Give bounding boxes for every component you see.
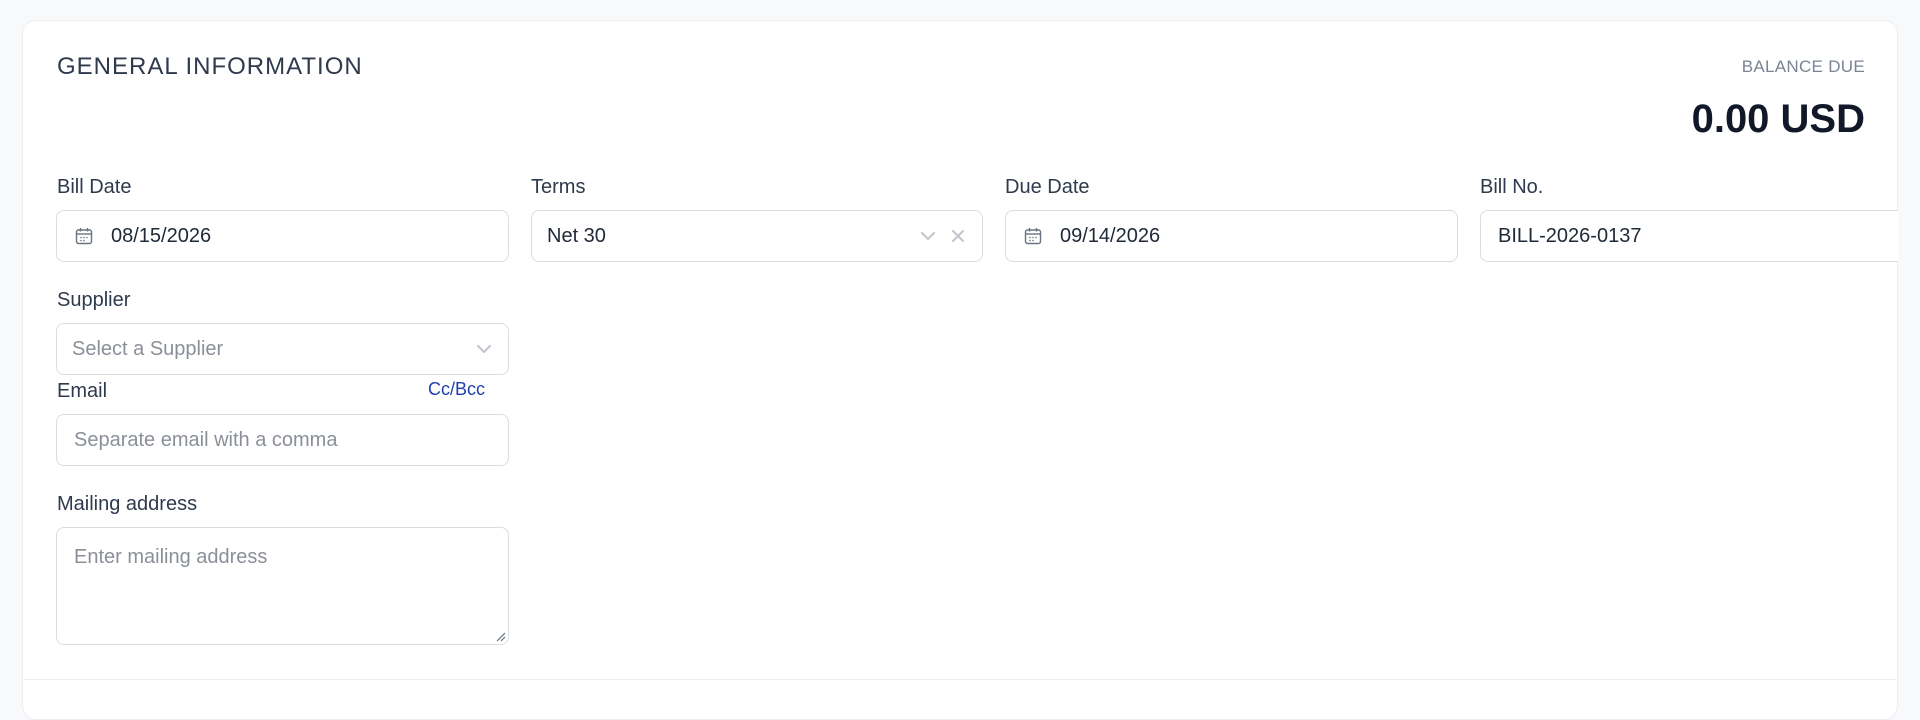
supplier-placeholder: Select a Supplier [72, 337, 224, 360]
bill-no-value: BILL-2026-0137 [1498, 224, 1642, 247]
supplier-select[interactable]: Select a Supplier [56, 323, 509, 375]
balance-due-amount: 0.00 USD [1691, 97, 1865, 141]
email-label: Email [57, 380, 108, 402]
email-input[interactable]: Separate email with a comma [56, 414, 509, 466]
section-title: GENERAL INFORMATION [57, 53, 363, 80]
terms-value: Net 30 [547, 224, 606, 247]
section-divider [23, 679, 1897, 680]
bill-no-input[interactable]: BILL-2026-0137 [1480, 210, 1898, 262]
mailing-address-placeholder: Enter mailing address [74, 546, 268, 568]
cc-bcc-link[interactable]: Cc/Bcc [428, 379, 485, 400]
due-date-value: 09/14/2026 [1060, 224, 1161, 247]
email-placeholder: Separate email with a comma [74, 428, 338, 451]
terms-label: Terms [531, 176, 586, 198]
balance-due-label: BALANCE DUE [1741, 57, 1865, 76]
bill-date-label: Bill Date [57, 176, 132, 198]
bill-date-value: 08/15/2026 [111, 224, 212, 247]
resize-handle-icon[interactable] [494, 630, 506, 642]
mailing-address-label: Mailing address [57, 493, 198, 515]
due-date-label: Due Date [1005, 176, 1090, 198]
due-date-field[interactable]: 09/14/2026 [1005, 210, 1458, 262]
terms-select[interactable]: Net 30 [531, 210, 983, 262]
calendar-icon [75, 228, 93, 245]
calendar-icon [1024, 228, 1042, 245]
bill-date-field[interactable]: 08/15/2026 [56, 210, 509, 262]
mailing-address-textarea[interactable]: Enter mailing address [56, 527, 509, 645]
general-information-card: GENERAL INFORMATION BALANCE DUE 0.00 USD… [22, 20, 1898, 720]
chevron-down-icon[interactable] [918, 226, 938, 246]
chevron-down-icon[interactable] [474, 339, 494, 359]
supplier-label: Supplier [57, 289, 131, 311]
clear-x-icon[interactable] [948, 226, 968, 246]
bill-no-label: Bill No. [1480, 176, 1544, 198]
